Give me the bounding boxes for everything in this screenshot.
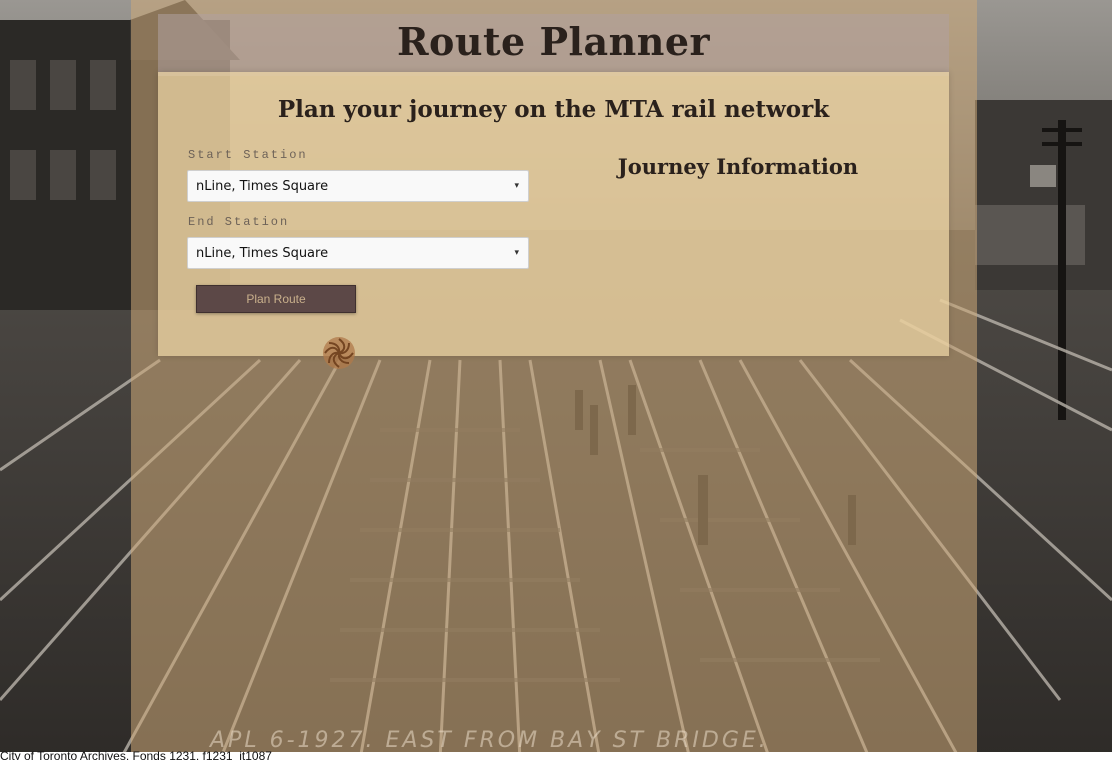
- loading-spinner-icon: [320, 334, 358, 372]
- photo-caption: APL 6-1927. EAST FROM BAY ST BRIDGE.: [210, 728, 769, 753]
- chevron-down-icon: ▾: [514, 181, 519, 191]
- journey-information-heading: Journey Information: [617, 154, 859, 179]
- start-station-select[interactable]: nLine, Times Square ▾: [187, 170, 529, 202]
- end-station-value: nLine, Times Square: [196, 246, 329, 261]
- planner-subtitle: Plan your journey on the MTA rail networ…: [277, 96, 830, 123]
- photo-credit: City of Toronto Archives, Fonds 1231, f1…: [0, 749, 272, 760]
- page-title: Route Planner: [396, 19, 711, 64]
- end-station-label: End Station: [188, 215, 290, 229]
- plan-route-button[interactable]: Plan Route: [196, 285, 356, 313]
- start-station-label: Start Station: [188, 148, 308, 162]
- start-station-value: nLine, Times Square: [196, 179, 329, 194]
- end-station-select[interactable]: nLine, Times Square ▾: [187, 237, 529, 269]
- chevron-down-icon: ▾: [514, 248, 519, 258]
